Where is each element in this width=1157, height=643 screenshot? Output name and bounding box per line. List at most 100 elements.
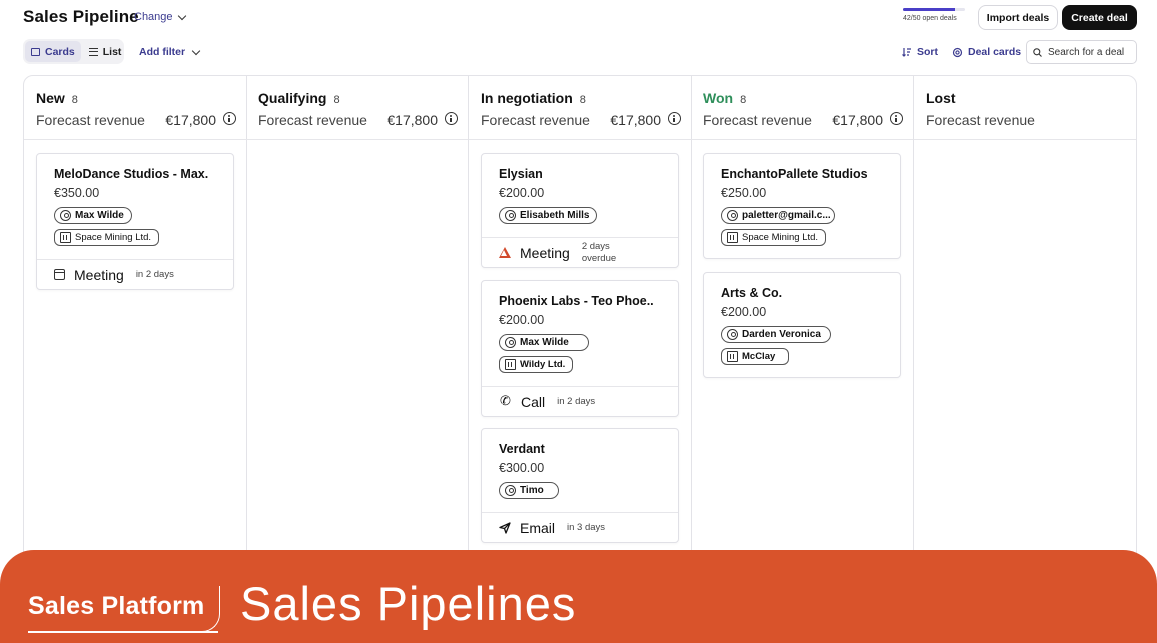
column-won: Won 8 Forecast revenue €17,800 EnchantoP…	[691, 76, 914, 574]
info-icon[interactable]	[890, 112, 903, 125]
deal-card[interactable]: Arts & Co. €200.00 Darden Veronica McCla…	[703, 272, 901, 378]
progress-fill	[903, 8, 956, 11]
column-header: Won 8 Forecast revenue €17,800	[691, 76, 913, 140]
organization-chip[interactable]: McClay	[721, 348, 789, 365]
contact-chip[interactable]: Darden Veronica	[721, 326, 831, 343]
list-label: List	[102, 45, 122, 58]
next-activity[interactable]: Meeting in 2 days	[37, 259, 233, 289]
next-activity[interactable]: ✆ Call in 2 days	[482, 386, 678, 416]
activity-due: in 3 days	[567, 521, 606, 533]
info-icon[interactable]	[223, 112, 236, 125]
phone-icon: ✆	[500, 394, 511, 409]
next-activity[interactable]: Meeting 2 days overdue	[482, 237, 678, 267]
building-icon	[727, 232, 738, 243]
person-icon	[727, 210, 738, 221]
organization-chip[interactable]: Wildy Ltd.	[499, 356, 574, 373]
activity-due-line2: overdue	[581, 252, 617, 264]
deal-cards-settings-button[interactable]: Deal cards	[952, 46, 1021, 58]
create-deal-button[interactable]: Create deal	[1062, 5, 1137, 30]
activity-due: in 2 days	[557, 395, 596, 407]
building-icon	[505, 359, 516, 370]
column-name: New	[36, 90, 65, 106]
promo-banner: Sales Platform Sales Pipelines	[0, 550, 1157, 643]
column-count: 8	[579, 94, 586, 106]
contact-name: Timo	[520, 485, 544, 496]
deal-price: €200.00	[499, 186, 545, 200]
info-icon[interactable]	[445, 112, 458, 125]
page-title: Sales Pipeline	[23, 7, 139, 26]
column-name: Won	[703, 90, 734, 106]
deal-card[interactable]: Elysian €200.00 Elisabeth Mills Meeting …	[481, 153, 679, 268]
deal-card[interactable]: Phoenix Labs - Teo Phoe... €200.00 Max W…	[481, 280, 679, 417]
person-icon	[505, 210, 516, 221]
building-icon	[727, 351, 738, 362]
column-lost: Lost Forecast revenue	[914, 76, 1136, 574]
contact-name: Max Wilde	[520, 337, 569, 348]
forecast-label: Forecast revenue	[703, 112, 812, 128]
warning-icon	[499, 247, 511, 258]
column-name: In negotiation	[481, 90, 573, 106]
next-activity[interactable]: Email in 3 days	[482, 512, 678, 542]
contact-chip[interactable]: Timo	[499, 482, 559, 499]
info-icon[interactable]	[668, 112, 681, 125]
activity-type: Meeting	[74, 266, 124, 283]
activity-type: Call	[521, 393, 546, 410]
deal-card[interactable]: MeloDance Studios - Max... €350.00 Max W…	[36, 153, 234, 290]
cards-view-button[interactable]: Cards	[25, 41, 81, 62]
organization-chip[interactable]: Space Mining Ltd.	[54, 229, 160, 246]
organization-name: McClay	[742, 351, 776, 362]
pipeline-board: New 8 Forecast revenue €17,800 MeloDance…	[23, 75, 1137, 575]
deal-name: Phoenix Labs - Teo Phoe...	[499, 294, 654, 308]
activity-due: in 2 days	[135, 268, 174, 280]
add-filter-button[interactable]: Add filter	[139, 46, 201, 58]
person-icon	[727, 329, 738, 340]
column-title: In negotiation 8	[481, 90, 586, 106]
column-count: 8	[71, 94, 78, 106]
banner-divider	[200, 586, 220, 632]
organization-name: Space Mining Ltd.	[75, 232, 152, 243]
column-header: New 8 Forecast revenue €17,800	[24, 76, 246, 140]
list-view-button[interactable]: List	[83, 41, 128, 62]
view-toggle: Cards List	[23, 39, 124, 64]
contact-chip[interactable]: Elisabeth Mills	[499, 207, 598, 224]
search-input[interactable]	[1048, 46, 1134, 58]
deal-cards-label: Deal cards	[968, 46, 1022, 58]
sort-icon	[902, 48, 911, 57]
contact-name: paletter@gmail.c...	[742, 210, 831, 221]
banner-brand: Sales Platform	[28, 592, 205, 620]
deal-name: EnchantoPallete Studios	[721, 167, 868, 181]
column-name: Lost	[926, 90, 956, 106]
contact-name: Max Wilde	[75, 210, 124, 221]
progress-track	[903, 8, 965, 11]
open-deals-progress: 42/50 open deals	[903, 8, 965, 22]
change-label: Change	[134, 11, 173, 23]
column-title: Lost	[926, 90, 956, 106]
progress-label: 42/50 open deals	[903, 15, 957, 22]
import-deals-button[interactable]: Import deals	[978, 5, 1058, 30]
forecast-amount: €17,800	[832, 112, 883, 128]
deal-name: MeloDance Studios - Max...	[54, 167, 209, 181]
organization-chip[interactable]: Space Mining Ltd.	[721, 229, 827, 246]
forecast-amount: €17,800	[165, 112, 216, 128]
gear-icon	[952, 47, 963, 57]
deal-card[interactable]: Verdant €300.00 Timo Email in 3 days	[481, 428, 679, 543]
contact-chip[interactable]: Max Wilde	[54, 207, 132, 224]
contact-name: Elisabeth Mills	[520, 210, 590, 221]
contact-name: Darden Veronica	[742, 329, 821, 340]
change-pipeline-button[interactable]: Change	[134, 11, 186, 23]
contact-chip[interactable]: paletter@gmail.c...	[721, 207, 835, 224]
column-name: Qualifying	[258, 90, 327, 106]
column-title: Won 8	[703, 90, 746, 106]
search-icon	[1033, 47, 1042, 57]
deal-name: Elysian	[499, 167, 543, 181]
contact-chip[interactable]: Max Wilde	[499, 334, 589, 351]
organization-name: Wildy Ltd.	[520, 359, 566, 370]
sort-button[interactable]: Sort	[902, 46, 938, 58]
search-box	[1026, 40, 1137, 64]
column-new: New 8 Forecast revenue €17,800 MeloDance…	[24, 76, 247, 574]
cards-label: Cards	[45, 45, 75, 58]
deal-card[interactable]: EnchantoPallete Studios €250.00 paletter…	[703, 153, 901, 259]
column-header: In negotiation 8 Forecast revenue €17,80…	[469, 76, 691, 140]
activity-due: 2 days overdue	[582, 241, 616, 265]
activity-type: Email	[520, 519, 556, 536]
